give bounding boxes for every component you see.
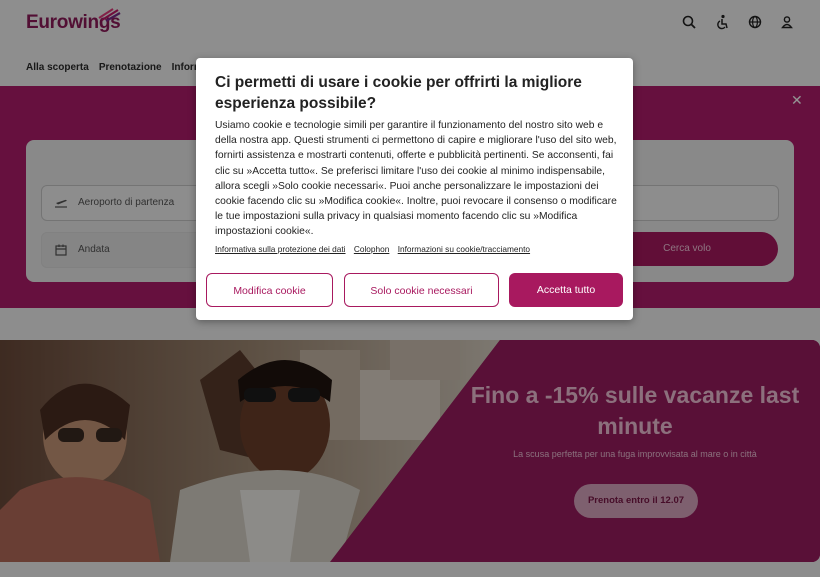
necessary-cookies-button[interactable]: Solo cookie necessari — [344, 273, 499, 307]
page: Eurowings Alla scoperta Prenotazione Inf… — [0, 0, 820, 577]
cookie-dialog-links: Informativa sulla protezione dei dati Co… — [215, 244, 625, 254]
cookie-consent-dialog: Ci permetti di usare i cookie per offrir… — [196, 58, 633, 320]
colophon-link[interactable]: Colophon — [354, 244, 390, 254]
cookie-dialog-body: Usiamo cookie e tecnologie simili per ga… — [215, 120, 617, 238]
privacy-policy-link[interactable]: Informativa sulla protezione dei dati — [215, 244, 346, 254]
accept-all-button[interactable]: Accetta tutto — [509, 273, 623, 307]
modify-cookies-button[interactable]: Modifica cookie — [206, 273, 333, 307]
cookie-info-link[interactable]: Informazioni su cookie/tracciamento — [398, 244, 530, 254]
cookie-dialog-title: Ci permetti di usare i cookie per offrir… — [215, 74, 582, 112]
